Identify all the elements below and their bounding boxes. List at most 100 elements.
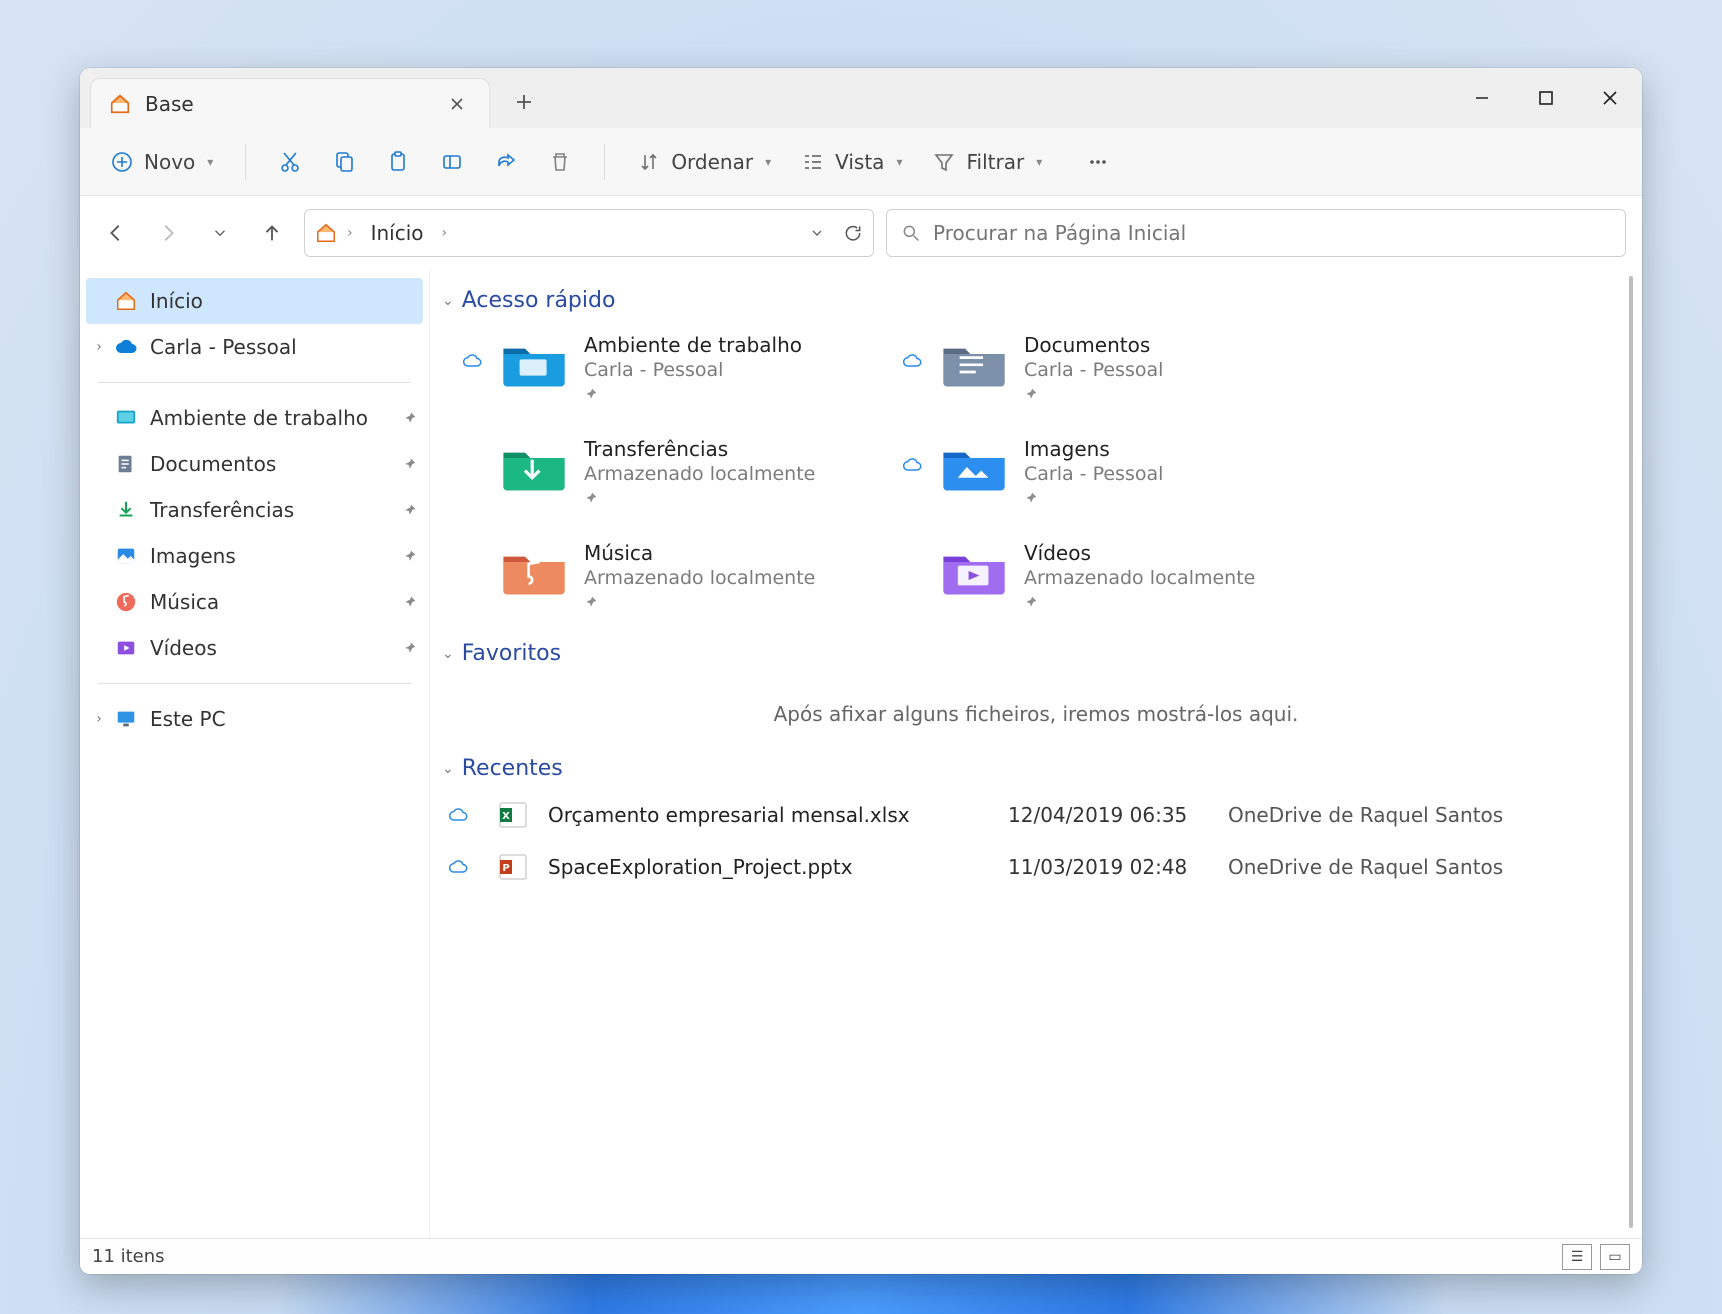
home-icon [109,93,131,115]
item-name: Transferências [584,437,815,461]
file-explorer-window: Base Novo ▾ Ordenar ▾ [80,68,1642,1274]
sidebar-item-pictures[interactable]: Imagens [80,533,429,579]
item-subtitle: Carla - Pessoal [1024,359,1163,381]
section-label: Acesso rápido [462,288,616,313]
quick-access-item[interactable]: Documentos Carla - Pessoal [902,333,1322,401]
tab-close-button[interactable] [443,90,471,118]
paste-button[interactable] [374,140,422,184]
sidebar-item-thispc[interactable]: › Este PC [80,696,429,742]
folder-icon [938,333,1010,393]
pin-icon [1024,595,1255,609]
file-location: OneDrive de Raquel Santos [1228,855,1634,879]
sort-button[interactable]: Ordenar ▾ [625,140,783,184]
sidebar-label: Música [150,590,219,614]
forward-button[interactable] [148,213,188,253]
back-button[interactable] [96,213,136,253]
more-button[interactable] [1074,140,1122,184]
sidebar-item-desktop[interactable]: Ambiente de trabalho [80,395,429,441]
maximize-button[interactable] [1514,68,1578,128]
file-location: OneDrive de Raquel Santos [1228,803,1634,827]
status-item-count: 11 itens [92,1246,165,1267]
sidebar-label: Este PC [150,707,226,731]
share-button[interactable] [482,140,530,184]
view-button[interactable]: Vista ▾ [789,140,914,184]
downloads-icon [114,498,138,522]
pin-icon [584,387,802,401]
address-dropdown-button[interactable] [809,225,825,241]
quick-access-item[interactable]: Imagens Carla - Pessoal [902,437,1322,505]
section-label: Favoritos [462,641,561,666]
svg-text:X: X [502,811,510,822]
new-tab-button[interactable] [500,78,548,126]
quick-access-item[interactable]: Ambiente de trabalho Carla - Pessoal [462,333,882,401]
search-input[interactable] [933,221,1611,245]
window-controls [1450,68,1642,128]
sidebar-item-downloads[interactable]: Transferências [80,487,429,533]
desktop-icon [114,406,138,430]
pin-icon [1024,491,1163,505]
chevron-down-icon: ⌄ [442,293,454,309]
search-icon [901,223,921,243]
breadcrumb-segment[interactable]: Início [363,217,432,249]
folder-icon [498,437,570,497]
section-header-quick-access[interactable]: ⌄ Acesso rápido [438,280,1634,321]
item-subtitle: Armazenado localmente [584,567,815,589]
navigation-pane: Início › Carla - Pessoal Ambiente de tra… [80,270,430,1238]
item-subtitle: Armazenado localmente [584,463,815,485]
status-bar: 11 itens ☰ ▭ [80,1238,1642,1274]
cloud-icon [114,335,138,359]
folder-icon [498,541,570,601]
address-bar[interactable]: › Início › [304,209,874,257]
chevron-down-icon: ▾ [765,155,771,169]
breadcrumb-separator: › [347,225,353,241]
cloud-status-icon [448,805,498,825]
cloud-status-icon [448,857,498,877]
recent-item[interactable]: X Orçamento empresarial mensal.xlsx 12/0… [438,789,1634,841]
file-name: Orçamento empresarial mensal.xlsx [548,803,1008,827]
section-header-favorites[interactable]: ⌄ Favoritos [438,633,1634,674]
quick-access-item[interactable]: Música Armazenado localmente [462,541,882,609]
search-box[interactable] [886,209,1626,257]
pictures-icon [114,544,138,568]
titlebar: Base [80,68,1642,128]
details-view-button[interactable]: ☰ [1562,1244,1592,1270]
folder-icon [938,541,1010,601]
filter-button[interactable]: Filtrar ▾ [920,140,1054,184]
file-name: SpaceExploration_Project.pptx [548,855,1008,879]
expand-icon[interactable]: › [90,339,108,355]
rename-button[interactable] [428,140,476,184]
expand-icon[interactable]: › [90,711,108,727]
item-name: Ambiente de trabalho [584,333,802,357]
item-subtitle: Carla - Pessoal [1024,463,1163,485]
copy-button[interactable] [320,140,368,184]
sidebar-item-onedrive[interactable]: › Carla - Pessoal [80,324,429,370]
file-icon: P [498,852,528,882]
cut-button[interactable] [266,140,314,184]
chevron-down-icon: ▾ [896,155,902,169]
recent-locations-button[interactable] [200,213,240,253]
scrollbar[interactable] [1629,272,1639,1236]
close-button[interactable] [1578,68,1642,128]
cloud-status-icon [902,351,924,371]
up-button[interactable] [252,213,292,253]
tab-active[interactable]: Base [90,78,490,128]
quick-access-item[interactable]: Transferências Armazenado localmente [462,437,882,505]
delete-button[interactable] [536,140,584,184]
sidebar-item-videos[interactable]: Vídeos [80,625,429,671]
pc-icon [114,707,138,731]
icons-view-button[interactable]: ▭ [1600,1244,1630,1270]
minimize-button[interactable] [1450,68,1514,128]
recent-item[interactable]: P SpaceExploration_Project.pptx 11/03/20… [438,841,1634,893]
sidebar-item-music[interactable]: Música [80,579,429,625]
section-header-recent[interactable]: ⌄ Recentes [438,748,1634,789]
refresh-button[interactable] [843,223,863,243]
sidebar-item-home[interactable]: Início [86,278,423,324]
new-button[interactable]: Novo ▾ [98,140,225,184]
cloud-status-icon [462,351,484,371]
sidebar-item-documents[interactable]: Documentos [80,441,429,487]
home-icon [114,289,138,313]
sidebar-label: Transferências [150,498,294,522]
quick-access-item[interactable]: Vídeos Armazenado localmente [902,541,1322,609]
cloud-status-icon [902,455,924,475]
chevron-down-icon: ▾ [1036,155,1042,169]
